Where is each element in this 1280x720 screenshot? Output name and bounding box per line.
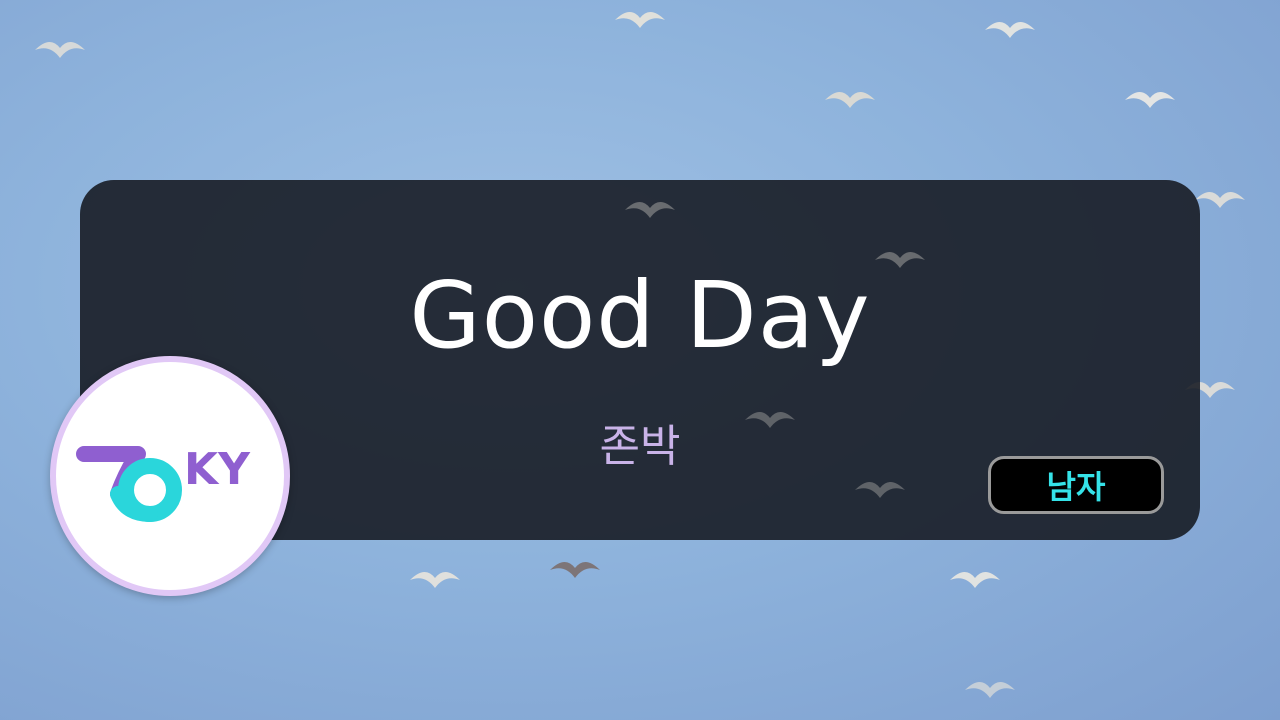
song-title: Good Day bbox=[409, 262, 871, 369]
bird-icon bbox=[620, 190, 680, 230]
bird-icon bbox=[545, 550, 605, 590]
bird-icon bbox=[945, 560, 1005, 600]
bird-icon bbox=[405, 560, 465, 600]
bird-icon bbox=[1120, 80, 1180, 120]
bird-icon bbox=[820, 80, 880, 120]
tj-karaoke-logo: KY bbox=[50, 356, 290, 596]
bird-icon bbox=[850, 470, 910, 510]
bird-icon bbox=[30, 30, 90, 70]
vocal-tag-badge: 남자 bbox=[988, 456, 1164, 514]
logo-text: KY bbox=[184, 444, 250, 495]
bird-icon bbox=[980, 10, 1040, 50]
bird-icon bbox=[960, 670, 1020, 710]
bird-icon bbox=[610, 0, 670, 40]
